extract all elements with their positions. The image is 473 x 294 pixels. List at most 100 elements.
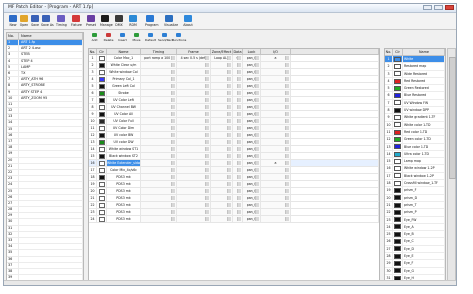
row-name[interactable]: PDS3 mk — [107, 174, 141, 180]
zone-dropdown[interactable] — [211, 195, 233, 201]
lock-dropdown[interactable]: pan_0 — [243, 153, 261, 159]
zone-dropdown[interactable] — [211, 181, 233, 187]
grid-column-header[interactable]: I/O — [261, 49, 291, 54]
toolbar-button-rdm[interactable]: RDM — [128, 15, 138, 27]
zone-dropdown[interactable] — [211, 202, 233, 208]
timing-dropdown[interactable] — [141, 104, 177, 110]
preset-list-item[interactable]: 2 Restored map — [385, 63, 445, 71]
io-dropdown[interactable] — [261, 195, 291, 201]
timing-dropdown[interactable] — [141, 125, 177, 131]
lock-dropdown[interactable]: pan_0 — [243, 104, 261, 110]
io-dropdown[interactable] — [261, 76, 291, 82]
lock-dropdown[interactable]: pan_0 — [243, 55, 261, 61]
io-dropdown[interactable] — [261, 90, 291, 96]
grid-row[interactable]: 5 Green Left Col pan_0 — [89, 83, 379, 90]
data-cell[interactable] — [233, 83, 243, 89]
timing-dropdown[interactable] — [141, 90, 177, 96]
io-dropdown[interactable] — [261, 111, 291, 117]
scrollbar-thumb[interactable] — [449, 57, 456, 179]
timing-dropdown[interactable] — [141, 153, 177, 159]
grid-row[interactable]: 15 Black window ST2 pan_0 — [89, 153, 379, 160]
data-cell[interactable] — [233, 209, 243, 215]
timing-dropdown[interactable] — [141, 195, 177, 201]
row-name[interactable]: Color Mac_1 — [107, 55, 141, 61]
lock-dropdown[interactable]: pan_0 — [243, 167, 261, 173]
frame-dropdown[interactable] — [177, 174, 211, 180]
row-name[interactable]: PDS3 mk — [107, 216, 141, 222]
io-dropdown[interactable]: a — [261, 55, 291, 61]
lock-dropdown[interactable]: pan_0 — [243, 90, 261, 96]
lock-dropdown[interactable]: pan_0 — [243, 209, 261, 215]
lock-dropdown[interactable]: pan_0 — [243, 69, 261, 75]
timing-dropdown[interactable] — [141, 146, 177, 152]
row-name[interactable]: White Clear u/m — [107, 62, 141, 68]
frame-dropdown[interactable] — [177, 76, 211, 82]
lock-dropdown[interactable]: pan_0 — [243, 160, 261, 166]
io-dropdown[interactable] — [261, 216, 291, 222]
zone-dropdown[interactable] — [211, 125, 233, 131]
toolbar-button-about[interactable]: About — [183, 15, 193, 27]
lock-dropdown[interactable]: pan_0 — [243, 174, 261, 180]
zone-dropdown[interactable] — [211, 76, 233, 82]
row-name[interactable]: Green Left Col — [107, 83, 141, 89]
timing-dropdown[interactable] — [141, 83, 177, 89]
data-cell[interactable] — [233, 69, 243, 75]
data-cell[interactable] — [233, 76, 243, 82]
grid-column-header[interactable]: Data — [233, 49, 243, 54]
data-cell[interactable] — [233, 174, 243, 180]
grid-tool-move[interactable]: Move — [130, 33, 143, 42]
row-name[interactable]: UV color BW — [107, 132, 141, 138]
zone-dropdown[interactable] — [211, 216, 233, 222]
preset-list-item[interactable]: 21 prism_T — [385, 201, 445, 210]
frame-dropdown[interactable] — [177, 69, 211, 75]
data-cell[interactable] — [233, 90, 243, 96]
data-cell[interactable] — [233, 146, 243, 152]
frame-dropdown[interactable] — [177, 139, 211, 145]
grid-row[interactable]: 9 UV Color All pan_0 — [89, 111, 379, 118]
row-name[interactable]: PDS3 mk — [107, 209, 141, 215]
grid-row[interactable]: 1 Color Mac_1 port ramp a 100 s4 sec 0.5 s… — [89, 55, 379, 62]
preset-list-item[interactable]: 26 Eye_C — [385, 238, 445, 246]
timing-dropdown[interactable] — [141, 202, 177, 208]
lock-dropdown[interactable]: pan_0 — [243, 118, 261, 124]
toolbar-button-program[interactable]: Program — [145, 15, 158, 27]
timing-dropdown[interactable]: port ramp a 100 s — [141, 55, 177, 61]
toolbar-button-new[interactable]: New — [8, 15, 18, 27]
io-dropdown[interactable] — [261, 174, 291, 180]
zone-dropdown[interactable] — [211, 146, 233, 152]
timing-dropdown[interactable] — [141, 97, 177, 103]
zone-dropdown[interactable]: Loop ALL — [211, 55, 233, 61]
toolbar-button-visualize[interactable]: Visualize — [164, 15, 178, 27]
timing-dropdown[interactable] — [141, 76, 177, 82]
frame-dropdown[interactable] — [177, 125, 211, 131]
frame-dropdown[interactable] — [177, 132, 211, 138]
grid-tool-functions[interactable]: Functions — [172, 33, 186, 42]
toolbar-button-fixture[interactable]: Fixture — [71, 15, 82, 27]
row-name[interactable]: PDS3 mk — [107, 195, 141, 201]
grid-column-header[interactable]: No. — [89, 49, 97, 54]
toolbar-button-timing[interactable]: Timing — [56, 15, 67, 27]
preset-list-item[interactable]: 27 Eye_D — [385, 245, 445, 254]
row-name[interactable]: White window ST1 — [107, 146, 141, 152]
frame-dropdown[interactable] — [177, 153, 211, 159]
preset-list-item[interactable]: 12 Green color 1-TD — [385, 136, 445, 144]
frame-dropdown[interactable] — [177, 118, 211, 124]
io-dropdown[interactable] — [261, 125, 291, 131]
preset-list-item[interactable]: 19 prism_F — [385, 187, 445, 195]
preset-list-item[interactable]: 28 Eye_E — [385, 253, 445, 261]
zone-dropdown[interactable] — [211, 62, 233, 68]
zone-dropdown[interactable] — [211, 174, 233, 180]
row-name[interactable]: Strobe — [107, 90, 141, 96]
toolbar-button-preset[interactable]: Preset — [86, 15, 96, 27]
grid-row[interactable]: 23 PDS3 mk pan_0 — [89, 209, 379, 216]
minimize-button[interactable] — [423, 5, 432, 10]
io-dropdown[interactable] — [261, 153, 291, 159]
data-cell[interactable] — [233, 167, 243, 173]
lock-dropdown[interactable]: pan_0 — [243, 216, 261, 222]
preset-list-item[interactable]: 11 Red color 1-TD — [385, 128, 445, 137]
row-name[interactable]: PDS3 mk — [107, 202, 141, 208]
zone-dropdown[interactable] — [211, 132, 233, 138]
grid-row[interactable]: 6 Strobe pan_0 — [89, 90, 379, 97]
preset-list-item[interactable]: 15 Lamp map — [385, 158, 445, 166]
row-name[interactable]: White window Col — [107, 69, 141, 75]
